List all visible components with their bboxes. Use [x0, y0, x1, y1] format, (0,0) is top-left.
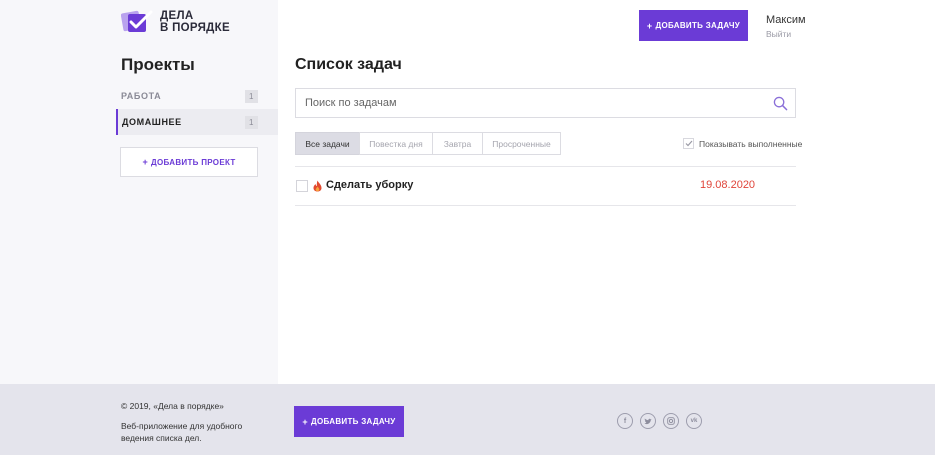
task-filters: Все задачи Повестка дня Завтра Просрочен… — [295, 132, 561, 155]
search-input[interactable] — [296, 89, 766, 117]
filter-tab-tomorrow[interactable]: Завтра — [432, 132, 483, 155]
divider — [295, 166, 796, 167]
footer-add-task-button[interactable]: + ДОБАВИТЬ ЗАДАЧУ — [294, 406, 404, 437]
add-project-label: ДОБАВИТЬ ПРОЕКТ — [151, 157, 236, 167]
project-item-work[interactable]: РАБОТА 1 — [116, 83, 278, 109]
add-task-label: ДОБАВИТЬ ЗАДАЧУ — [310, 417, 396, 426]
project-label: ДОМАШНЕЕ — [122, 117, 182, 127]
social-links: f vk — [617, 413, 702, 429]
logo-text: ДЕЛА В ПОРЯДКЕ — [160, 10, 230, 34]
sidebar: ДЕЛА В ПОРЯДКЕ Проекты РАБОТА 1 ДОМАШНЕЕ… — [0, 0, 278, 384]
logout-link[interactable]: Выйти — [766, 29, 791, 39]
filter-tab-agenda[interactable]: Повестка дня — [359, 132, 433, 155]
project-count-badge: 1 — [245, 89, 258, 103]
add-task-label: ДОБАВИТЬ ЗАДАЧУ — [655, 21, 741, 30]
instagram-icon[interactable] — [663, 413, 679, 429]
plus-icon: + — [302, 416, 308, 427]
plus-icon: + — [646, 20, 653, 31]
copyright: © 2019, «Дела в порядке» — [121, 401, 224, 411]
footer: © 2019, «Дела в порядке» Веб-приложение … — [0, 384, 935, 455]
filter-tab-all[interactable]: Все задачи — [295, 132, 360, 155]
logo[interactable]: ДЕЛА В ПОРЯДКЕ — [121, 10, 230, 34]
footer-description: Веб-приложение для удобного ведения спис… — [121, 421, 243, 443]
task-checkbox[interactable] — [296, 180, 308, 192]
fire-icon — [313, 180, 322, 192]
add-task-button[interactable]: + ДОБАВИТЬ ЗАДАЧУ — [639, 10, 748, 41]
plus-icon: + — [142, 157, 148, 167]
task-name: Сделать уборку — [326, 179, 414, 191]
logo-line-2: В ПОРЯДКЕ — [160, 22, 230, 34]
logo-line-1: ДЕЛА — [160, 10, 194, 22]
filter-tab-overdue[interactable]: Просроченные — [482, 132, 561, 155]
logo-icon — [121, 10, 153, 32]
show-completed-toggle[interactable]: Показывать выполненные — [683, 138, 802, 149]
search-box — [295, 88, 796, 118]
project-label: РАБОТА — [121, 91, 162, 101]
facebook-icon[interactable]: f — [617, 413, 633, 429]
project-item-home[interactable]: ДОМАШНЕЕ 1 — [116, 109, 278, 135]
add-project-button[interactable]: + ДОБАВИТЬ ПРОЕКТ — [120, 147, 258, 177]
page-title: Список задач — [295, 56, 402, 73]
projects-title: Проекты — [121, 55, 195, 74]
show-completed-label: Показывать выполненные — [699, 138, 803, 149]
task-row: Сделать уборку 19.08.2020 — [295, 176, 796, 196]
user-name: Максим — [766, 14, 806, 26]
vk-icon[interactable]: vk — [686, 413, 702, 429]
task-date: 19.08.2020 — [700, 179, 756, 191]
show-completed-checkbox[interactable] — [683, 138, 694, 149]
checkmark-icon — [685, 140, 692, 147]
divider — [295, 205, 796, 206]
twitter-icon[interactable] — [640, 413, 656, 429]
project-count-badge: 1 — [245, 115, 258, 129]
search-icon[interactable] — [773, 96, 788, 111]
